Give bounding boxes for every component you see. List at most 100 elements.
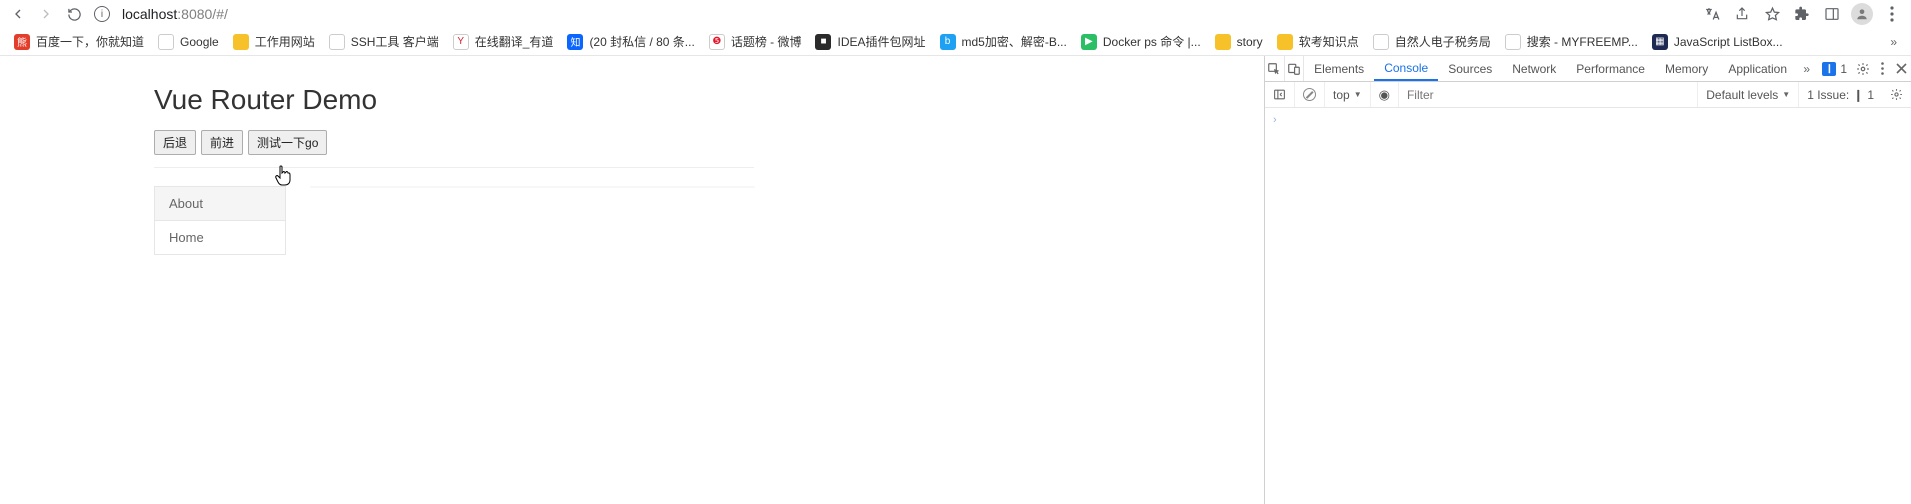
favicon: Y xyxy=(453,34,469,50)
bookmark-item[interactable]: story xyxy=(1215,34,1263,50)
link-about-label: About xyxy=(169,196,203,211)
bookmarks-overflow-icon[interactable]: » xyxy=(1890,35,1897,49)
favicon: ♫ xyxy=(1505,34,1521,50)
share-icon[interactable] xyxy=(1731,3,1753,25)
tab-application[interactable]: Application xyxy=(1718,56,1797,81)
bookmark-item[interactable]: 知 (20 封私信 / 80 条... xyxy=(567,33,694,50)
favicon: ∞ xyxy=(329,34,345,50)
forward-button[interactable]: 前进 xyxy=(201,130,243,155)
bookmark-item[interactable]: bmd5加密、解密-B... xyxy=(940,33,1067,50)
bookmark-item[interactable]: ▦ JavaScript ListBox... xyxy=(1652,34,1783,50)
bookmark-label: md5加密、解密-B... xyxy=(962,33,1067,50)
chevron-down-icon: ▼ xyxy=(1782,90,1790,99)
tab-sources[interactable]: Sources xyxy=(1438,56,1502,81)
bookmark-item[interactable]: ∞ SSH工具 客户端 xyxy=(329,33,439,50)
url-host: localhost xyxy=(122,6,177,22)
profile-avatar[interactable] xyxy=(1851,3,1873,25)
kebab-menu-icon[interactable] xyxy=(1881,3,1903,25)
translate-icon[interactable] xyxy=(1701,3,1723,25)
chip-icon: ❙ xyxy=(1822,62,1836,76)
link-home[interactable]: Home xyxy=(154,220,286,254)
favicon: ▦ xyxy=(1652,34,1668,50)
favicon: ◎ xyxy=(1373,34,1389,50)
page-content: Vue Router Demo 后退 前进 测试一下go About Home xyxy=(0,56,1264,504)
bookmark-item[interactable]: 熊百度一下，你就知道 xyxy=(14,33,144,50)
link-about[interactable]: About xyxy=(154,186,286,220)
favicon: 熊 xyxy=(14,34,30,50)
live-expression-icon[interactable]: ◉ xyxy=(1371,82,1399,107)
console-filterbar: top ▼ ◉ Default levels ▼ 1 Issue: ❙ 1 xyxy=(1265,82,1911,108)
filter-input[interactable] xyxy=(1407,86,1689,104)
side-panel-icon[interactable] xyxy=(1821,3,1843,25)
settings-icon[interactable] xyxy=(1853,56,1872,81)
bookmark-item[interactable]: 软考知识点 xyxy=(1277,33,1359,50)
favicon: 知 xyxy=(567,34,583,50)
nav-button-row: 后退 前进 测试一下go xyxy=(154,130,1264,155)
bookmark-label: 软考知识点 xyxy=(1299,33,1359,50)
inspect-icon[interactable] xyxy=(1265,56,1285,81)
favicon xyxy=(233,34,249,50)
back-button[interactable]: 后退 xyxy=(154,130,196,155)
console-output[interactable]: › xyxy=(1265,108,1911,504)
favicon: G xyxy=(158,34,174,50)
tab-elements[interactable]: Elements xyxy=(1304,56,1374,81)
bookmark-item[interactable]: ■IDEA插件包网址 xyxy=(815,33,925,50)
favicon: ❺ xyxy=(709,34,725,50)
console-settings-icon[interactable] xyxy=(1882,82,1911,107)
reload-icon[interactable] xyxy=(64,4,84,24)
console-prompt-icon: › xyxy=(1273,114,1277,126)
more-tabs-icon[interactable]: » xyxy=(1797,56,1816,81)
bookmark-label: (20 封私信 / 80 条... xyxy=(589,33,694,50)
star-icon[interactable] xyxy=(1761,3,1783,25)
bookmark-label: JavaScript ListBox... xyxy=(1674,35,1783,49)
bookmark-item[interactable]: G Google xyxy=(158,34,219,50)
issues-summary[interactable]: 1 Issue: ❙ 1 xyxy=(1798,82,1882,107)
issues-summary-count: 1 xyxy=(1867,88,1874,102)
link-home-label: Home xyxy=(169,230,204,245)
bookmarks-bar: 熊百度一下，你就知道 G Google 工作用网站 ∞ SSH工具 客户端 Y 在线翻译_有道… xyxy=(0,28,1911,56)
clear-console-icon[interactable] xyxy=(1295,82,1325,107)
devtools-tabbar: Elements Console Sources Network Perform… xyxy=(1265,56,1911,82)
bookmark-label: 自然人电子税务局 xyxy=(1395,33,1491,50)
bookmark-label: Google xyxy=(180,35,219,49)
extensions-icon[interactable] xyxy=(1791,3,1813,25)
close-devtools-icon[interactable] xyxy=(1892,56,1911,81)
bookmark-label: 百度一下，你就知道 xyxy=(36,33,144,50)
bookmark-label: 工作用网站 xyxy=(255,33,315,50)
back-icon[interactable] xyxy=(8,4,28,24)
bookmark-item[interactable]: ❺话题榜 - 微博 xyxy=(709,33,802,50)
bookmark-label: story xyxy=(1237,35,1263,49)
log-levels-label: Default levels xyxy=(1706,88,1778,102)
devtools-kebab-icon[interactable] xyxy=(1872,56,1891,81)
context-selector[interactable]: top ▼ xyxy=(1325,82,1371,107)
address-bar[interactable]: localhost:8080/#/ xyxy=(122,6,228,22)
chevron-down-icon: ▼ xyxy=(1354,90,1362,99)
page-title: Vue Router Demo xyxy=(154,84,1264,116)
device-toggle-icon[interactable] xyxy=(1285,56,1305,81)
issues-chip[interactable]: ❙ 1 xyxy=(1816,56,1853,81)
bookmark-item[interactable]: 工作用网站 xyxy=(233,33,315,50)
favicon xyxy=(1215,34,1231,50)
router-view-placeholder xyxy=(310,186,755,188)
tab-network[interactable]: Network xyxy=(1502,56,1566,81)
tab-memory[interactable]: Memory xyxy=(1655,56,1718,81)
devtools-panel: Elements Console Sources Network Perform… xyxy=(1264,56,1911,504)
forward-icon[interactable] xyxy=(36,4,56,24)
url-path: :8080/#/ xyxy=(177,6,228,22)
router-link-list: About Home xyxy=(154,186,286,255)
tab-performance[interactable]: Performance xyxy=(1566,56,1655,81)
chip-icon: ❙ xyxy=(1853,88,1863,102)
site-info[interactable]: i xyxy=(92,4,114,24)
tab-console[interactable]: Console xyxy=(1374,56,1438,81)
favicon: ▶ xyxy=(1081,34,1097,50)
bookmark-label: 在线翻译_有道 xyxy=(475,33,554,50)
console-sidebar-toggle-icon[interactable] xyxy=(1265,82,1295,107)
bookmark-item[interactable]: ◎ 自然人电子税务局 xyxy=(1373,33,1491,50)
bookmark-item[interactable]: Y 在线翻译_有道 xyxy=(453,33,554,50)
bookmark-label: SSH工具 客户端 xyxy=(351,33,439,50)
log-levels-selector[interactable]: Default levels ▼ xyxy=(1697,82,1798,107)
test-go-button[interactable]: 测试一下go xyxy=(248,130,327,155)
divider xyxy=(154,167,754,168)
bookmark-item[interactable]: ▶Docker ps 命令 |... xyxy=(1081,33,1201,50)
bookmark-item[interactable]: ♫搜索 - MYFREEMP... xyxy=(1505,33,1638,50)
